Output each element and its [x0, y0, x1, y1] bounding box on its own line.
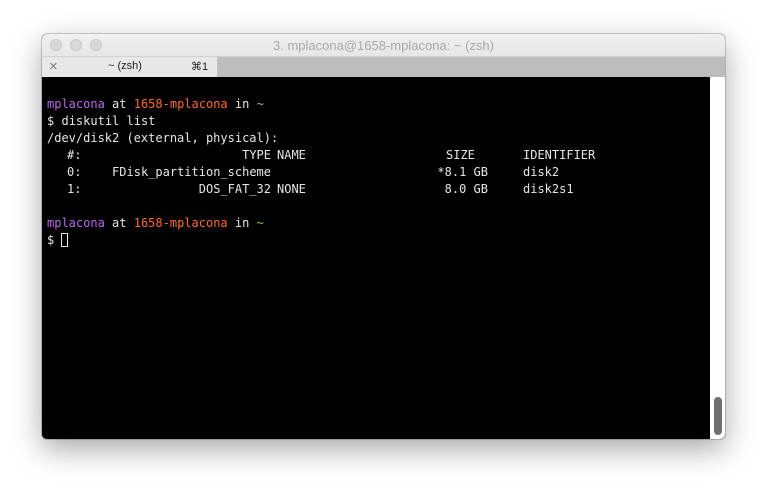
- text-cursor: [61, 233, 69, 247]
- row-size: 8.0 GB: [444, 182, 488, 196]
- command-text: diskutil list: [61, 114, 156, 128]
- row-size: *8.1 GB: [437, 165, 488, 179]
- col-type: TYPE: [242, 148, 271, 162]
- window-title: 3. mplacona@1658-mplacona: ~ (zsh): [273, 38, 494, 53]
- prompt-host: 1658-mplacona: [133, 97, 228, 111]
- title-bar[interactable]: 3. mplacona@1658-mplacona: ~ (zsh): [42, 34, 725, 57]
- table-header: #: TYPE NAME SIZE IDENTIFIER: [47, 147, 647, 164]
- row-identifier: disk2s1: [523, 182, 574, 196]
- col-name: NAME: [277, 148, 306, 162]
- prompt-dir: ~: [256, 97, 264, 111]
- terminal-output[interactable]: mplacona at 1658-mplacona in ~ $ diskuti…: [42, 77, 725, 439]
- prompt-line: mplacona at 1658-mplacona in ~: [47, 96, 264, 113]
- row-type: FDisk_partition_scheme: [112, 165, 271, 179]
- disk-header: /dev/disk2 (external, physical):: [47, 131, 279, 145]
- prompt-dir: ~: [256, 216, 264, 230]
- tab-label: ~ (zsh): [108, 60, 142, 72]
- table-row: 1: DOS_FAT_32 NONE 8.0 GB disk2s1: [47, 181, 647, 198]
- prompt-symbol: $: [47, 114, 55, 128]
- tab-zsh[interactable]: × ~ (zsh) ⌘1: [42, 57, 218, 77]
- col-identifier: IDENTIFIER: [523, 148, 596, 162]
- table-row: 0: FDisk_partition_scheme *8.1 GB disk2: [47, 164, 647, 181]
- row-identifier: disk2: [523, 165, 560, 179]
- close-icon[interactable]: ×: [49, 58, 58, 76]
- prompt-user: mplacona: [47, 216, 105, 230]
- input-line[interactable]: $: [47, 232, 69, 249]
- command-line: $ diskutil list: [47, 113, 155, 130]
- scrollbar[interactable]: [710, 77, 725, 439]
- scrollbar-thumb[interactable]: [714, 397, 722, 435]
- row-name: NONE: [277, 182, 306, 196]
- tab-bar: × ~ (zsh) ⌘1: [42, 57, 725, 77]
- prompt-line: mplacona at 1658-mplacona in ~: [47, 215, 264, 232]
- row-type: DOS_FAT_32: [198, 182, 271, 196]
- prompt-in: in: [234, 216, 250, 230]
- prompt-at: at: [112, 97, 127, 111]
- prompt-user: mplacona: [47, 97, 105, 111]
- prompt-at: at: [112, 216, 127, 230]
- prompt-symbol: $: [47, 233, 55, 247]
- prompt-host: 1658-mplacona: [133, 216, 228, 230]
- col-size: SIZE: [446, 148, 475, 162]
- tab-shortcut: ⌘1: [191, 61, 209, 73]
- prompt-in: in: [234, 97, 250, 111]
- terminal-window: 3. mplacona@1658-mplacona: ~ (zsh) × ~ (…: [42, 34, 725, 439]
